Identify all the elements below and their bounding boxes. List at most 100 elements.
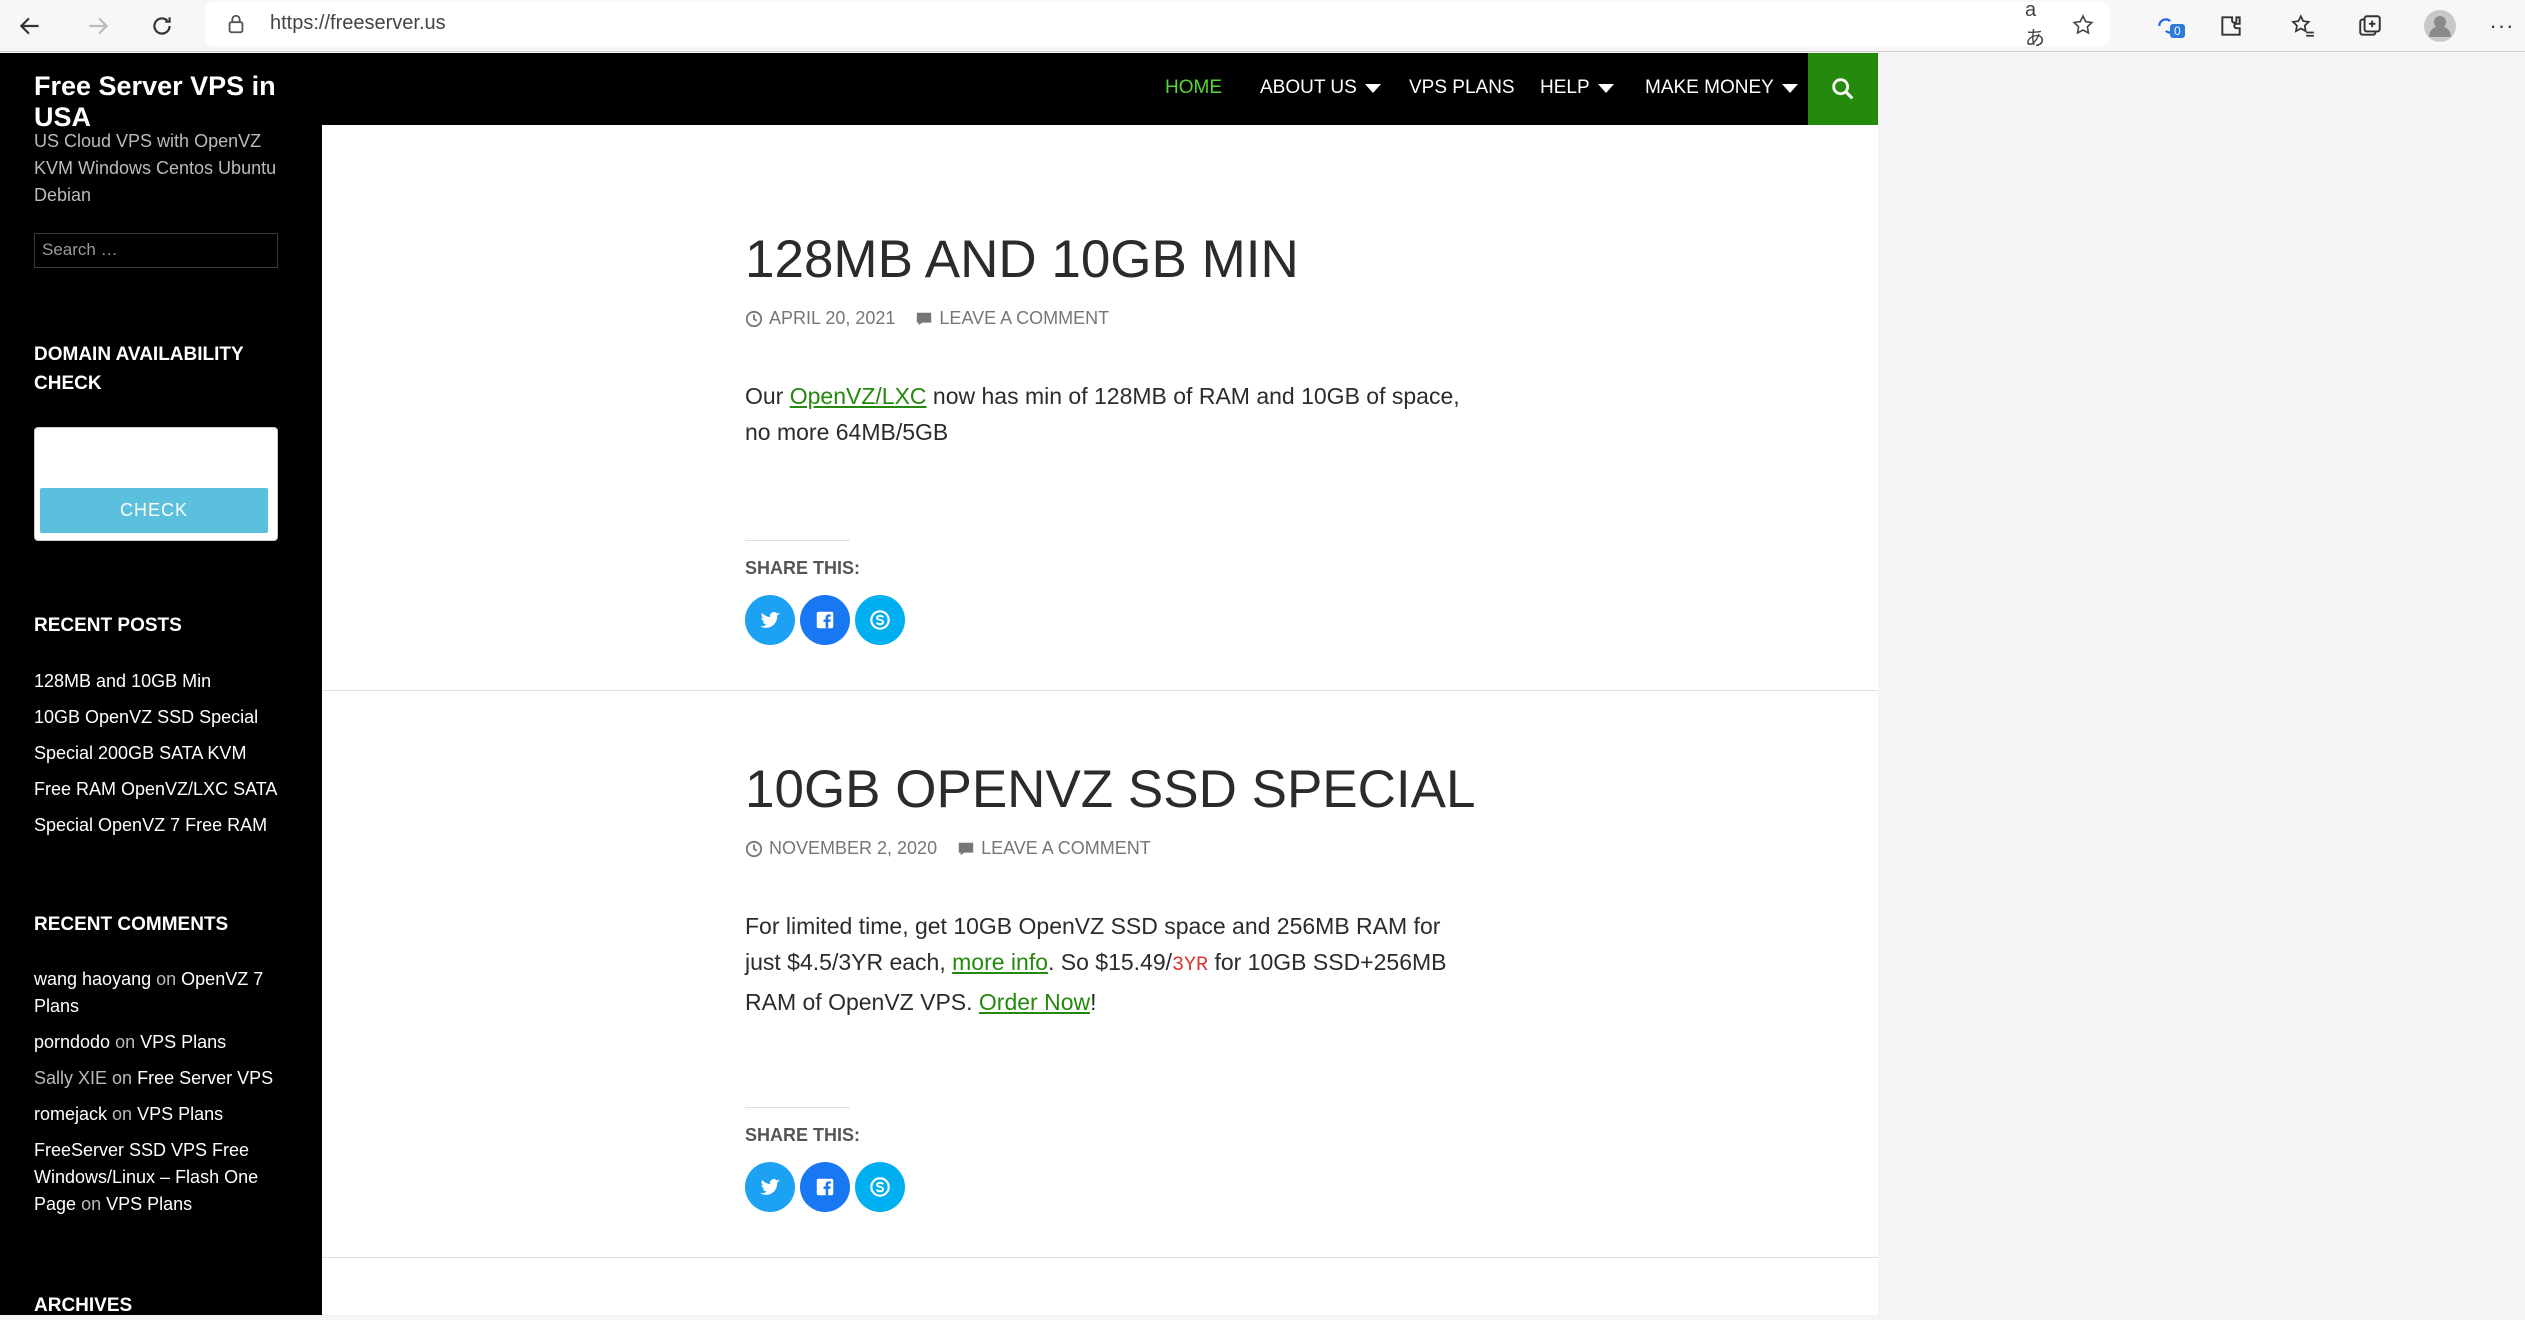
post-title[interactable]: 10GB OPENVZ SSD SPECIAL bbox=[745, 759, 1475, 820]
comment-post-link[interactable]: Free Server VPS bbox=[137, 1068, 273, 1088]
domain-check-title: DOMAIN AVAILABILITY CHECK bbox=[34, 344, 244, 394]
back-button[interactable] bbox=[10, 6, 50, 46]
skype-icon bbox=[870, 1177, 890, 1197]
dropdown-caret-icon bbox=[1364, 83, 1381, 93]
forward-button[interactable] bbox=[78, 6, 118, 46]
comment-author-link[interactable]: porndodo bbox=[34, 1032, 110, 1052]
recent-post-link[interactable]: Special OpenVZ 7 Free RAM bbox=[34, 815, 267, 836]
recent-post-link[interactable]: 128MB and 10GB Min bbox=[34, 671, 211, 692]
skype-icon bbox=[870, 610, 890, 630]
comment-post-link[interactable]: VPS Plans bbox=[137, 1104, 223, 1124]
comment-on-text: on bbox=[115, 1032, 136, 1052]
extensions-button[interactable] bbox=[2213, 8, 2249, 44]
openvz-lxc-link[interactable]: OpenVZ/LXC bbox=[790, 383, 927, 409]
nav-label: HELP bbox=[1540, 77, 1590, 98]
share-facebook-button[interactable] bbox=[800, 1162, 850, 1212]
leave-comment-link[interactable]: LEAVE A COMMENT bbox=[939, 308, 1109, 329]
search-placeholder: Search … bbox=[42, 240, 118, 259]
collections-badge-button[interactable]: 0 bbox=[2150, 8, 2186, 44]
share-title: SHARE THIS: bbox=[745, 1125, 861, 1145]
share-facebook-button[interactable] bbox=[800, 595, 850, 645]
forward-icon bbox=[89, 17, 109, 35]
post-content: For limited time, get 10GB OpenVZ SSD sp… bbox=[745, 908, 1465, 1020]
post-content: Our OpenVZ/LXC now has min of 128MB of R… bbox=[745, 378, 1465, 450]
clock-icon bbox=[745, 310, 763, 327]
share-title: SHARE THIS: bbox=[745, 558, 861, 578]
comment-post-link[interactable]: VPS Plans bbox=[140, 1032, 226, 1052]
recent-comment: FreeServer SSD VPS Free Windows/Linux – … bbox=[34, 1137, 284, 1218]
share-divider bbox=[745, 1107, 850, 1108]
twitter-icon bbox=[760, 1179, 780, 1195]
collections-count: 0 bbox=[2170, 24, 2185, 38]
order-now-link[interactable]: Order Now bbox=[979, 989, 1090, 1015]
leave-comment-link[interactable]: LEAVE A COMMENT bbox=[981, 838, 1151, 859]
clock-icon bbox=[745, 840, 763, 857]
archives-title: ARCHIVES bbox=[34, 1295, 133, 1316]
post-date[interactable]: APRIL 20, 2021 bbox=[769, 308, 895, 329]
nav-label: MAKE MONEY bbox=[1645, 77, 1774, 98]
recent-posts-title: RECENT POSTS bbox=[34, 615, 182, 636]
recent-comment: wang haoyang on OpenVZ 7 Plans bbox=[34, 966, 284, 1020]
recent-comments-title: RECENT COMMENTS bbox=[34, 914, 229, 935]
lock-icon bbox=[228, 14, 244, 34]
share-skype-button[interactable] bbox=[855, 1162, 905, 1212]
more-icon: ··· bbox=[2489, 13, 2515, 38]
comment-post-link[interactable]: VPS Plans bbox=[106, 1194, 192, 1214]
sidebar-search-input[interactable]: Search … bbox=[34, 233, 278, 268]
nav-home[interactable]: HOME bbox=[1165, 77, 1222, 99]
website: Free Server VPS in USA US Cloud VPS with… bbox=[0, 53, 1878, 1316]
translate-icon[interactable]: aあ bbox=[2025, 0, 2051, 50]
recent-comment: Sally XIE on Free Server VPS bbox=[34, 1065, 284, 1092]
facebook-icon bbox=[816, 611, 834, 629]
nav-make-money[interactable]: MAKE MONEY bbox=[1645, 77, 1798, 99]
post-divider bbox=[322, 690, 1878, 691]
profile-button[interactable] bbox=[2422, 8, 2458, 44]
dropdown-caret-icon bbox=[1781, 83, 1798, 93]
tab-actions-button[interactable] bbox=[2352, 8, 2388, 44]
domain-check-widget: CHECK bbox=[34, 427, 278, 541]
profile-icon bbox=[2424, 10, 2456, 42]
share-divider bbox=[745, 540, 850, 541]
recent-post-link[interactable]: Free RAM OpenVZ/LXC SATA bbox=[34, 779, 277, 800]
comment-icon bbox=[958, 842, 974, 855]
dropdown-caret-icon bbox=[1597, 83, 1614, 93]
search-toggle-button[interactable] bbox=[1808, 53, 1878, 125]
recent-post-link[interactable]: 10GB OpenVZ SSD Special bbox=[34, 707, 258, 728]
nav-vps-plans[interactable]: VPS PLANS bbox=[1409, 77, 1515, 99]
comment-author-link[interactable]: romejack bbox=[34, 1104, 107, 1124]
twitter-icon bbox=[760, 612, 780, 628]
domain-input[interactable] bbox=[40, 432, 272, 488]
tab-actions-icon bbox=[2359, 15, 2381, 36]
comment-author-text: Sally XIE bbox=[34, 1068, 108, 1088]
browser-toolbar: https://freeserver.us aあ 0 ··· bbox=[0, 0, 2525, 52]
facebook-icon bbox=[816, 1178, 834, 1196]
refresh-icon bbox=[153, 17, 171, 35]
recent-post-link[interactable]: Special 200GB SATA KVM bbox=[34, 743, 246, 764]
comment-author-link[interactable]: wang haoyang bbox=[34, 969, 151, 989]
post-meta: APRIL 20, 2021 LEAVE A COMMENT bbox=[745, 308, 1109, 329]
address-bar[interactable]: https://freeserver.us aあ bbox=[205, 0, 2110, 50]
more-info-link[interactable]: more info bbox=[952, 949, 1048, 975]
favorite-add-icon[interactable] bbox=[2070, 12, 2096, 38]
nav-about-us[interactable]: ABOUT US bbox=[1260, 77, 1381, 99]
url-text[interactable]: https://freeserver.us bbox=[270, 12, 446, 35]
nav-help[interactable]: HELP bbox=[1540, 77, 1614, 99]
more-button[interactable]: ··· bbox=[2484, 8, 2520, 44]
post-meta: NOVEMBER 2, 2020 LEAVE A COMMENT bbox=[745, 838, 1151, 859]
site-description: US Cloud VPS with OpenVZ KVM Windows Cen… bbox=[34, 131, 277, 205]
comment-on-text: on bbox=[112, 1068, 133, 1088]
post-title[interactable]: 128MB AND 10GB MIN bbox=[745, 229, 1299, 290]
check-button[interactable]: CHECK bbox=[40, 488, 268, 533]
site-title[interactable]: Free Server VPS in USA bbox=[34, 71, 322, 133]
search-icon bbox=[1832, 78, 1854, 100]
comment-on-text: on bbox=[156, 969, 177, 989]
refresh-button[interactable] bbox=[142, 6, 182, 46]
favorites-button[interactable] bbox=[2285, 8, 2321, 44]
comment-on-text: on bbox=[81, 1194, 102, 1214]
post-divider bbox=[322, 1257, 1878, 1258]
share-twitter-button[interactable] bbox=[745, 595, 795, 645]
post-date[interactable]: NOVEMBER 2, 2020 bbox=[769, 838, 937, 859]
share-twitter-button[interactable] bbox=[745, 1162, 795, 1212]
back-icon bbox=[19, 17, 39, 35]
share-skype-button[interactable] bbox=[855, 595, 905, 645]
